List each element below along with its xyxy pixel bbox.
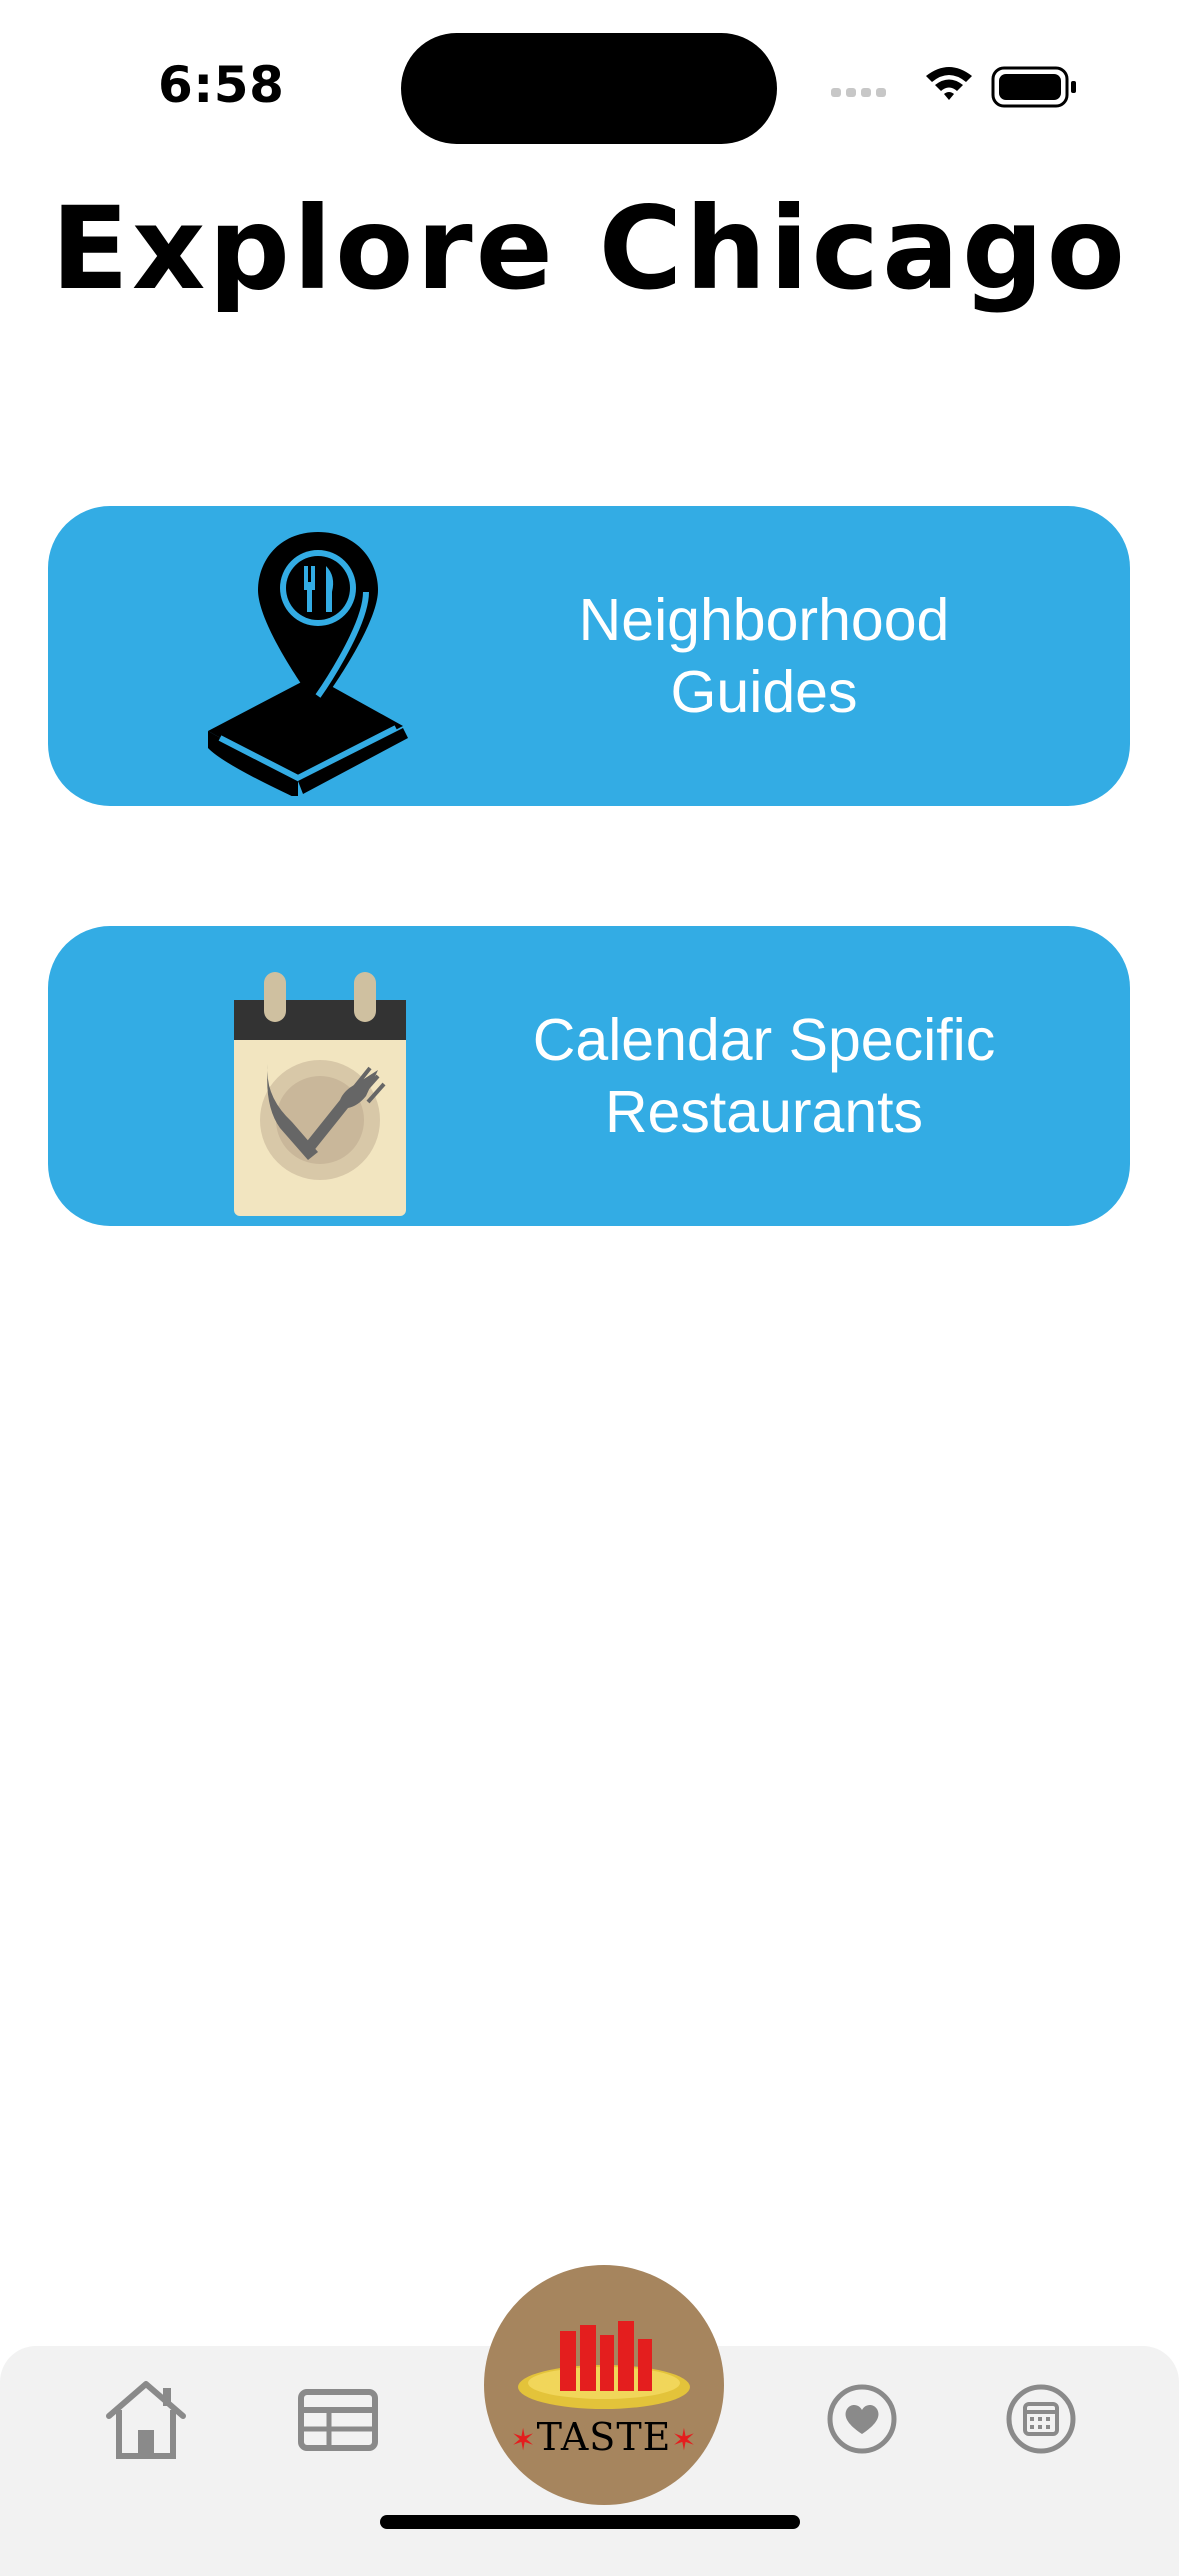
- tab-favorites[interactable]: [817, 2374, 907, 2464]
- tab-table[interactable]: [293, 2374, 383, 2464]
- battery-icon: [991, 66, 1076, 108]
- home-indicator[interactable]: [380, 2515, 800, 2529]
- page-title: Explore Chicago: [51, 182, 1128, 315]
- signal-icon: [831, 88, 886, 97]
- status-time: 6:58: [158, 56, 285, 114]
- card-label-line1: Neighborhood: [578, 587, 950, 653]
- calendar-icon: [1006, 2384, 1076, 2454]
- calendar-plate-icon: [168, 936, 448, 1216]
- taste-tab-button[interactable]: ✶TASTE✶: [484, 2265, 724, 2505]
- tab-calendar[interactable]: [996, 2374, 1086, 2464]
- calendar-restaurants-button[interactable]: Calendar Specific Restaurants: [48, 926, 1130, 1226]
- card-label-line1: Calendar Specific: [532, 1007, 996, 1073]
- house-icon: [106, 2381, 186, 2459]
- neighborhood-guides-button[interactable]: Neighborhood Guides: [48, 506, 1130, 806]
- heart-icon: [827, 2384, 897, 2454]
- star-icon: ✶: [510, 2423, 537, 2458]
- star-icon: ✶: [671, 2423, 698, 2458]
- wifi-icon: [926, 67, 972, 100]
- card-label: Calendar Specific Restaurants: [448, 926, 1080, 1226]
- table-icon: [298, 2389, 378, 2451]
- dynamic-island: [401, 33, 777, 144]
- card-label-line2: Guides: [670, 659, 858, 725]
- taste-label: ✶TASTE✶: [510, 2415, 698, 2459]
- tab-home[interactable]: [101, 2374, 191, 2464]
- taste-logo: [518, 2321, 690, 2409]
- status-icons: [831, 62, 1081, 112]
- card-label: Neighborhood Guides: [448, 506, 1080, 806]
- map-pin-book-icon: [168, 516, 448, 799]
- card-label-line2: Restaurants: [604, 1079, 924, 1145]
